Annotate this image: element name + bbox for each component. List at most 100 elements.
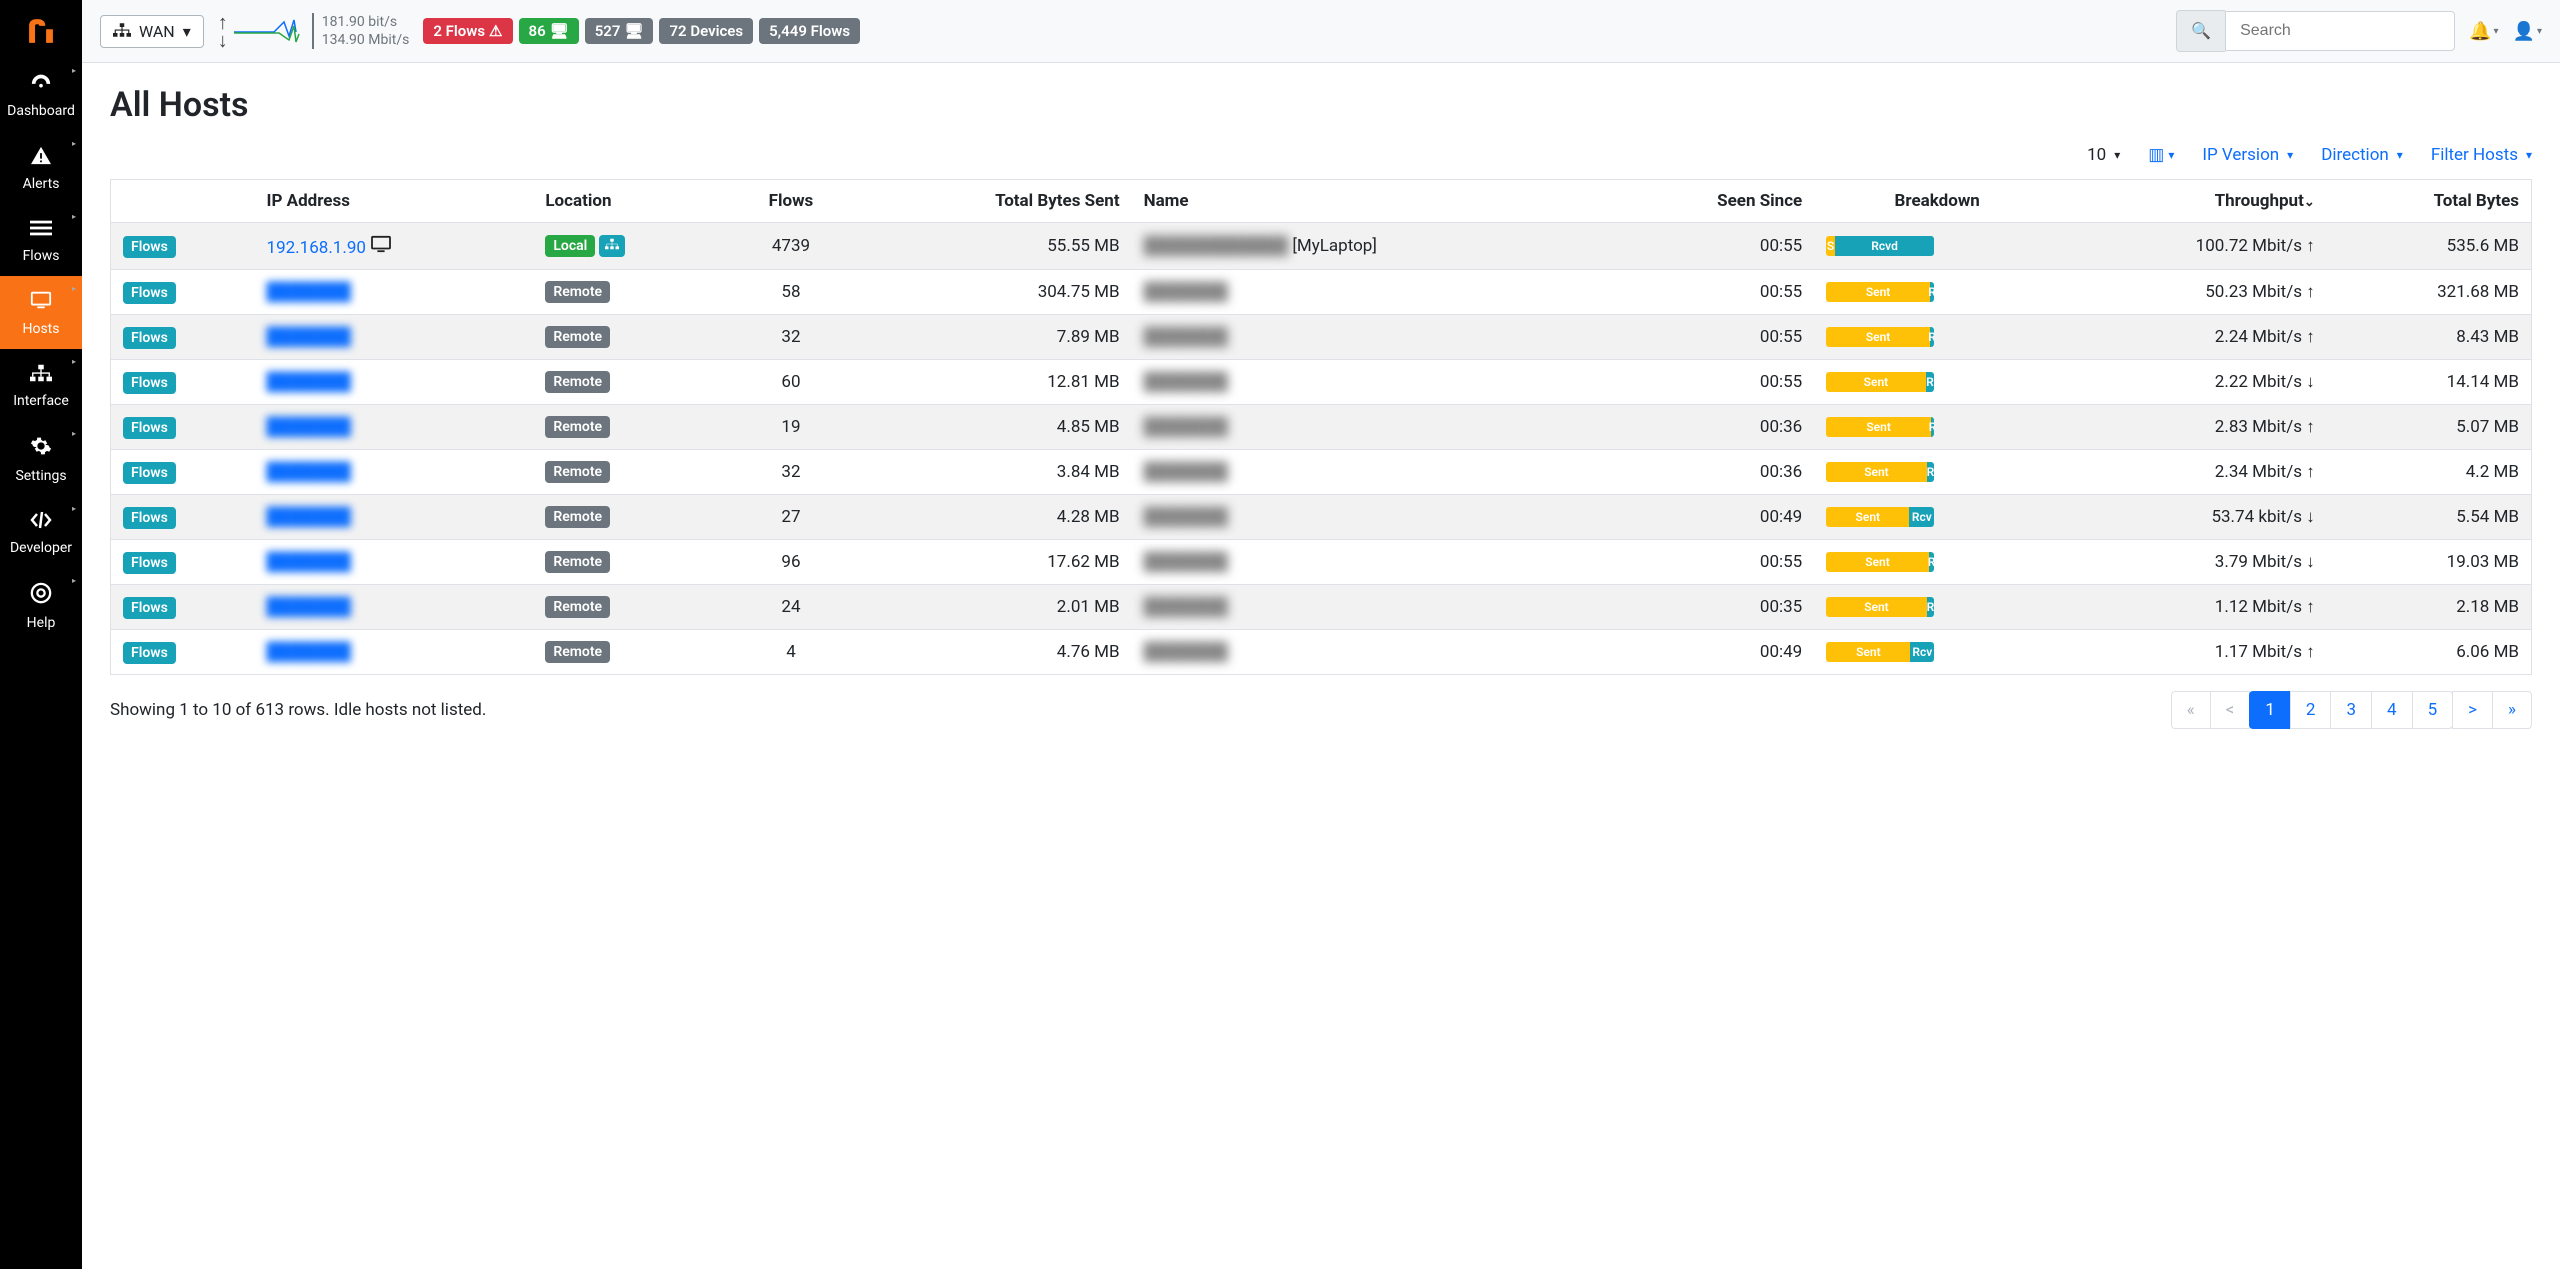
flows-link[interactable]: Flows	[123, 236, 176, 258]
flows-link[interactable]: Flows	[123, 552, 176, 574]
rows-per-page-selector[interactable]: 10	[2087, 145, 2120, 165]
search-input[interactable]	[2225, 11, 2455, 51]
throughput: 3.79 Mbit/s	[2060, 540, 2327, 585]
developer-icon	[29, 510, 53, 534]
bytes-sent: 12.81 MB	[855, 360, 1132, 405]
columns-selector[interactable]: ▥▾	[2148, 145, 2174, 165]
col-bytes-sent[interactable]: Total Bytes Sent	[855, 180, 1132, 223]
sitemap-icon	[113, 22, 131, 41]
throughput-down-value: 134.90 Mbit/s	[322, 31, 410, 49]
page-number[interactable]: 1	[2249, 691, 2291, 729]
badge-flows[interactable]: 5,449 Flows	[759, 18, 860, 44]
total-bytes: 5.07 MB	[2327, 405, 2532, 450]
flows-link[interactable]: Flows	[123, 372, 176, 394]
ip-redacted: ███████	[267, 507, 351, 527]
sidebar-item-developer[interactable]: ▸Developer	[0, 496, 82, 568]
filter-hosts[interactable]: Filter Hosts	[2431, 145, 2532, 165]
network-icon	[599, 235, 625, 257]
name-redacted: ███████	[1144, 507, 1228, 527]
flows-link[interactable]: Flows	[123, 507, 176, 529]
ip-redacted: ███████	[267, 372, 351, 392]
breakdown-bar: SRcvd	[1826, 236, 1934, 256]
location-badge: Remote	[545, 551, 610, 573]
flows-link[interactable]: Flows	[123, 642, 176, 664]
sidebar-item-flows[interactable]: ▸Flows	[0, 204, 82, 276]
sidebar-item-hosts[interactable]: ▸Hosts	[0, 276, 82, 349]
page-first[interactable]: «	[2171, 691, 2211, 729]
flows-count: 60	[727, 360, 855, 405]
interface-selector[interactable]: WAN ▾	[100, 15, 204, 48]
col-throughput[interactable]: Throughput⌄	[2060, 180, 2327, 223]
table-row: Flows ███████ Remote 58 304.75 MB ██████…	[111, 270, 2532, 315]
ip-link[interactable]: 192.168.1.90	[267, 238, 366, 258]
badge-devices[interactable]: 72 Devices	[659, 18, 753, 44]
seen-since: 00:55	[1611, 360, 1814, 405]
ip-redacted: ███████	[267, 327, 351, 347]
col-breakdown[interactable]: Breakdown	[1814, 180, 2060, 223]
col-name[interactable]: Name	[1132, 180, 1611, 223]
monitor-icon	[370, 238, 392, 258]
total-bytes: 535.6 MB	[2327, 223, 2532, 270]
direction-filter[interactable]: Direction	[2321, 145, 2403, 165]
flows-link[interactable]: Flows	[123, 597, 176, 619]
flows-link[interactable]: Flows	[123, 282, 176, 304]
badge-ok[interactable]: 86 🖥	[519, 18, 579, 44]
total-bytes: 6.06 MB	[2327, 630, 2532, 675]
breakdown-bar: SentR	[1826, 552, 1934, 572]
total-bytes: 19.03 MB	[2327, 540, 2532, 585]
app-logo[interactable]	[0, 0, 82, 58]
table-summary: Showing 1 to 10 of 613 rows. Idle hosts …	[110, 700, 486, 720]
col-total-bytes[interactable]: Total Bytes	[2327, 180, 2532, 223]
flows-link[interactable]: Flows	[123, 327, 176, 349]
page-last[interactable]: »	[2492, 691, 2532, 729]
page-prev[interactable]: <	[2210, 691, 2251, 729]
page-next[interactable]: >	[2452, 691, 2493, 729]
badge-count[interactable]: 527 🖥	[585, 18, 654, 44]
flows-link[interactable]: Flows	[123, 462, 176, 484]
table-row: Flows ███████ Remote 27 4.28 MB ███████ …	[111, 495, 2532, 540]
sidebar-item-interface[interactable]: ▸Interface	[0, 349, 82, 421]
throughput: 1.17 Mbit/s	[2060, 630, 2327, 675]
dashboard-icon	[30, 72, 52, 97]
location-badge: Remote	[545, 641, 610, 663]
warning-icon: ⚠	[489, 22, 502, 40]
location-badge: Remote	[545, 506, 610, 528]
flows-count: 24	[727, 585, 855, 630]
bytes-sent: 4.76 MB	[855, 630, 1132, 675]
table-row: Flows 192.168.1.90 Local 4739 55.55 MB █…	[111, 223, 2532, 270]
page-number[interactable]: 2	[2290, 691, 2332, 729]
ip-redacted: ███████	[267, 552, 351, 572]
ip-redacted: ███████	[267, 417, 351, 437]
ip-redacted: ███████	[267, 462, 351, 482]
ip-version-filter[interactable]: IP Version	[2202, 145, 2293, 165]
location-badge: Remote	[545, 371, 610, 393]
page-number[interactable]: 5	[2412, 691, 2454, 729]
sidebar-item-settings[interactable]: ▸Settings	[0, 421, 82, 496]
badge-flows-alert[interactable]: 2 Flows ⚠	[423, 18, 512, 44]
col-seen-since[interactable]: Seen Since	[1611, 180, 1814, 223]
col-ip[interactable]: IP Address	[255, 180, 534, 223]
throughput: 100.72 Mbit/s	[2060, 223, 2327, 270]
page-number[interactable]: 4	[2371, 691, 2413, 729]
notifications-button[interactable]: 🔔 ▾	[2469, 21, 2498, 42]
flows-link[interactable]: Flows	[123, 417, 176, 439]
sidebar-item-dashboard[interactable]: ▸Dashboard	[0, 58, 82, 131]
search-button[interactable]: 🔍	[2176, 10, 2225, 52]
col-flows[interactable]: Flows	[727, 180, 855, 223]
flows-count: 4739	[727, 223, 855, 270]
monitor-icon: 🖥	[624, 22, 643, 40]
page-number[interactable]: 3	[2330, 691, 2372, 729]
sidebar-item-alerts[interactable]: ▸Alerts	[0, 131, 82, 204]
col-location[interactable]: Location	[533, 180, 727, 223]
hosts-table: IP Address Location Flows Total Bytes Se…	[110, 179, 2532, 675]
chevron-right-icon: ▸	[72, 139, 76, 148]
sidebar-item-help[interactable]: ▸Help	[0, 568, 82, 643]
name-redacted: ███████	[1144, 327, 1228, 347]
total-bytes: 8.43 MB	[2327, 315, 2532, 360]
breakdown-bar: SentRcv	[1826, 642, 1934, 662]
ip-redacted: ███████	[267, 282, 351, 302]
breakdown-bar: SentR	[1826, 597, 1934, 617]
user-menu-button[interactable]: 👤 ▾	[2513, 21, 2542, 42]
bytes-sent: 2.01 MB	[855, 585, 1132, 630]
bytes-sent: 3.84 MB	[855, 450, 1132, 495]
